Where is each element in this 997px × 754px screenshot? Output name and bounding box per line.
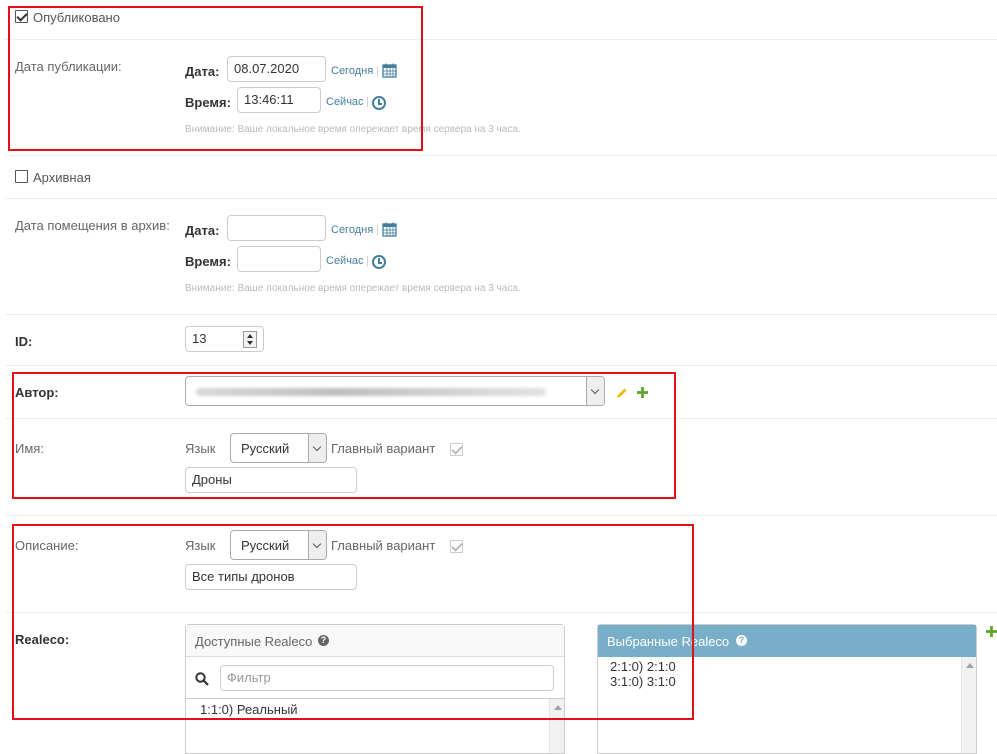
- archive-today-link[interactable]: Сегодня: [331, 224, 373, 236]
- archive-now-link[interactable]: Сейчас: [326, 255, 364, 267]
- question-icon[interactable]: ?: [736, 635, 747, 646]
- divider: [5, 155, 997, 156]
- id-value: 13: [192, 331, 207, 346]
- id-input[interactable]: 13: [185, 326, 264, 352]
- archive-checkbox[interactable]: [15, 170, 28, 183]
- archive-help-text: Внимание: Ваше локальное время опережает…: [185, 283, 521, 294]
- divider: [5, 314, 997, 315]
- archive-time-input[interactable]: [237, 246, 321, 272]
- highlight-box: [12, 372, 676, 499]
- plus-icon[interactable]: [986, 626, 997, 637]
- scroll-up-icon[interactable]: [966, 663, 974, 668]
- archive-date-input[interactable]: [227, 215, 326, 241]
- archive-date-sublabel: Дата:: [185, 223, 220, 238]
- archive-date-label: Дата помещения в архив:: [15, 218, 170, 233]
- archive-time-sublabel: Время:: [185, 254, 231, 269]
- archive-checkbox-label: Архивная: [33, 170, 91, 185]
- divider: [5, 365, 997, 366]
- spinner-down-icon[interactable]: [247, 341, 253, 345]
- separator: |: [366, 255, 369, 267]
- highlight-box: [8, 6, 423, 151]
- id-spinner[interactable]: [243, 331, 257, 348]
- divider: [5, 515, 997, 516]
- highlight-box: [12, 524, 694, 720]
- clock-icon[interactable]: [372, 255, 386, 269]
- divider: [5, 198, 997, 199]
- spinner-up-icon[interactable]: [247, 334, 253, 338]
- id-label: ID:: [15, 334, 33, 349]
- separator: |: [376, 224, 379, 236]
- calendar-icon[interactable]: [382, 222, 397, 237]
